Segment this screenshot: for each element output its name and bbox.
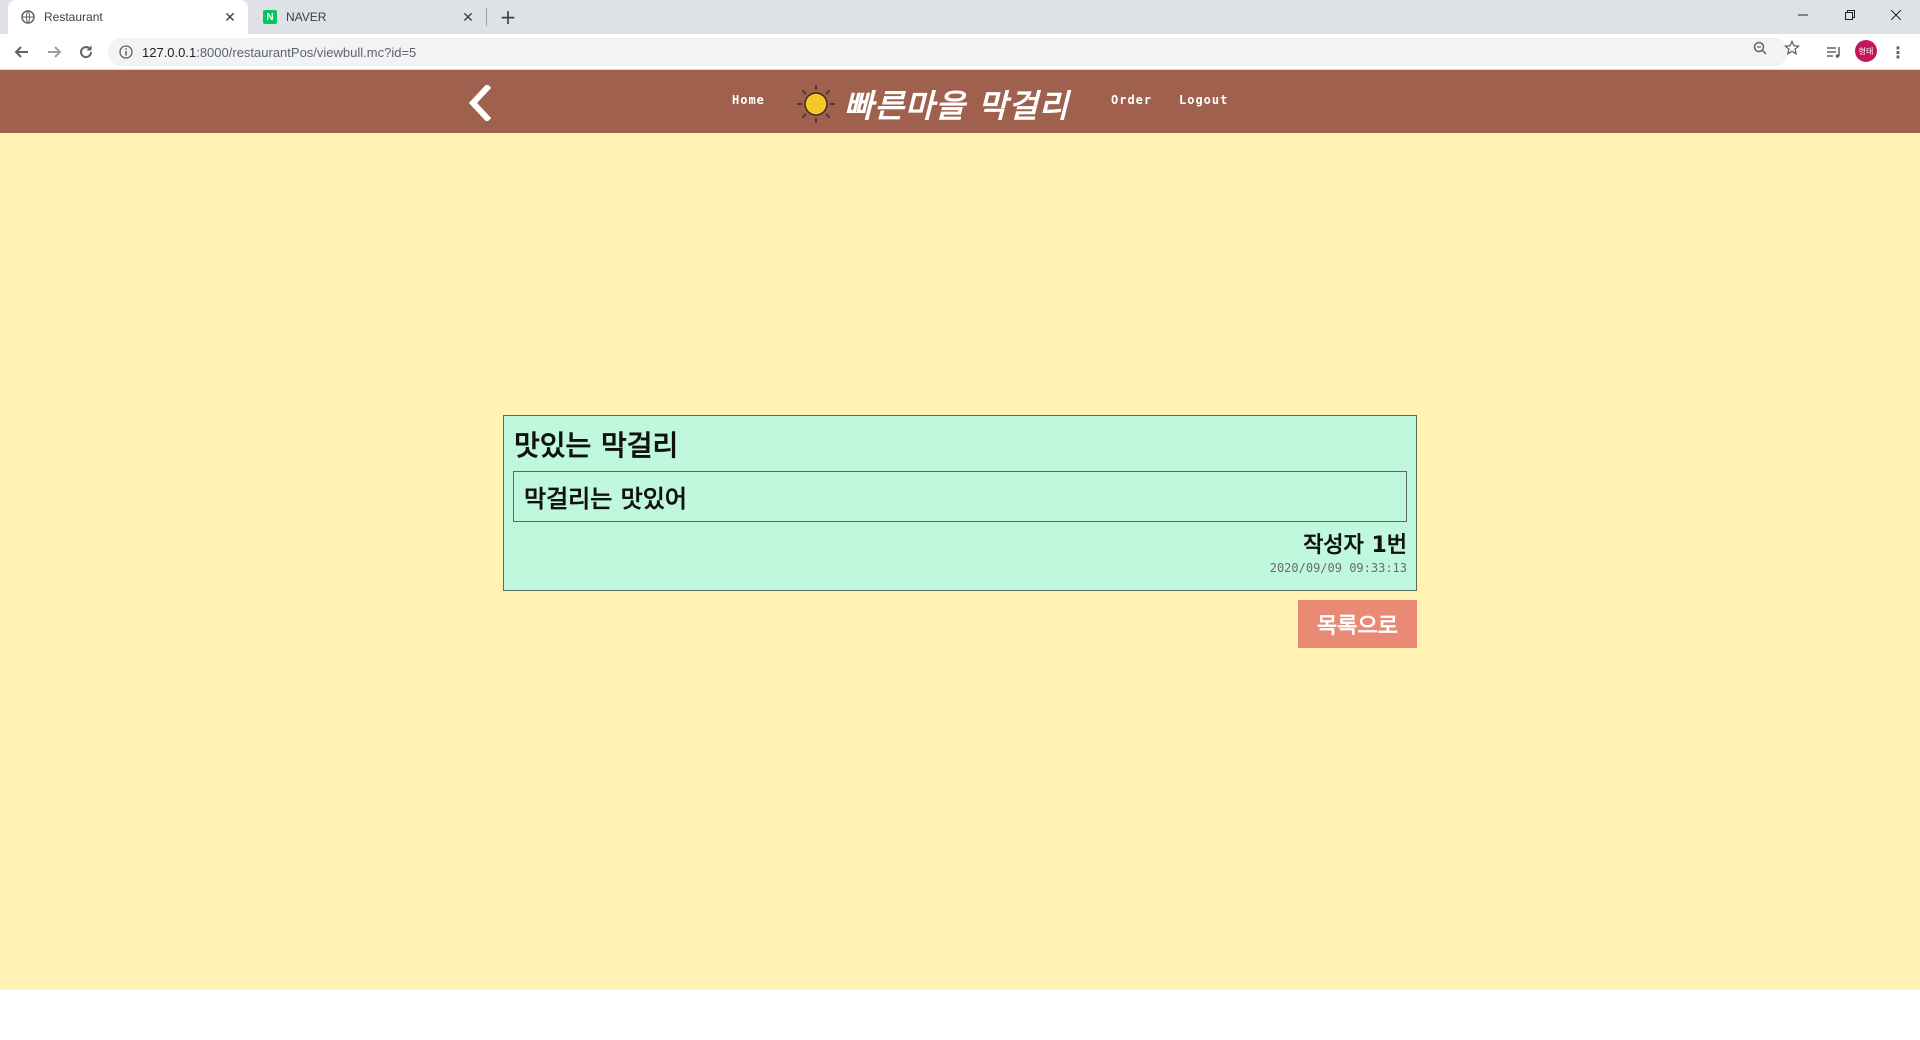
post-author: 작성자 1번 [1303, 533, 1407, 558]
nav-home-link[interactable]: Home [732, 93, 765, 107]
back-arrow-icon[interactable] [10, 40, 34, 64]
tab-divider [486, 8, 487, 26]
zoom-icon[interactable] [1752, 40, 1768, 56]
browser-toolbar: 127.0.0.1:8000/restaurantPos/viewbull.mc… [0, 34, 1920, 70]
reload-icon[interactable] [74, 40, 98, 64]
window-close-icon[interactable] [1873, 0, 1919, 30]
back-to-list-button[interactable]: 목록으로 [1298, 600, 1417, 648]
profile-avatar[interactable]: 형태 [1855, 40, 1877, 62]
back-chevron-icon[interactable] [462, 84, 498, 122]
tab-naver[interactable]: N NAVER ✕ [250, 0, 486, 34]
site-logo[interactable]: 빠른마을 막걸리 [796, 81, 1069, 127]
sun-icon [797, 85, 835, 123]
nav-order-link[interactable]: Order [1111, 93, 1152, 107]
logo-text: 빠른마을 막걸리 [844, 87, 1070, 125]
forward-arrow-icon[interactable] [42, 40, 66, 64]
post-content: 막걸리는 맛있어 [524, 485, 687, 513]
new-tab-plus-icon[interactable]: + [496, 5, 520, 29]
address-bar[interactable]: 127.0.0.1:8000/restaurantPos/viewbull.mc… [108, 38, 1788, 66]
post-title: 맛있는 막걸리 [514, 429, 679, 462]
close-icon[interactable]: ✕ [458, 7, 478, 27]
minimize-icon[interactable] [1780, 0, 1826, 30]
tab-title: NAVER [286, 10, 327, 24]
media-control-icon[interactable] [1822, 40, 1846, 64]
nav-logout-link[interactable]: Logout [1179, 93, 1228, 107]
page-body: Home 빠른마을 막걸리 Order Logout 맛있는 막걸리 막걸리는 … [0, 70, 1920, 990]
bookmark-star-icon[interactable] [1784, 40, 1800, 56]
restore-icon[interactable] [1827, 0, 1873, 30]
post-card: 맛있는 막걸리 막걸리는 맛있어 작성자 1번 2020/09/09 09:33… [503, 415, 1417, 591]
post-content-box: 막걸리는 맛있어 [513, 471, 1407, 522]
site-header: Home 빠른마을 막걸리 Order Logout [0, 70, 1920, 133]
globe-icon [20, 9, 36, 25]
tab-restaurant[interactable]: Restaurant ✕ [8, 0, 248, 34]
browser-tab-strip: Restaurant ✕ N NAVER ✕ + [0, 0, 1920, 34]
tab-title: Restaurant [44, 10, 103, 24]
close-icon[interactable]: ✕ [220, 7, 240, 27]
naver-icon: N [262, 9, 278, 25]
url-text: 127.0.0.1:8000/restaurantPos/viewbull.mc… [142, 44, 417, 60]
info-icon[interactable] [118, 44, 134, 60]
more-menu-icon[interactable]: ⋮ [1886, 40, 1910, 64]
post-date: 2020/09/09 09:33:13 [1269, 561, 1407, 575]
